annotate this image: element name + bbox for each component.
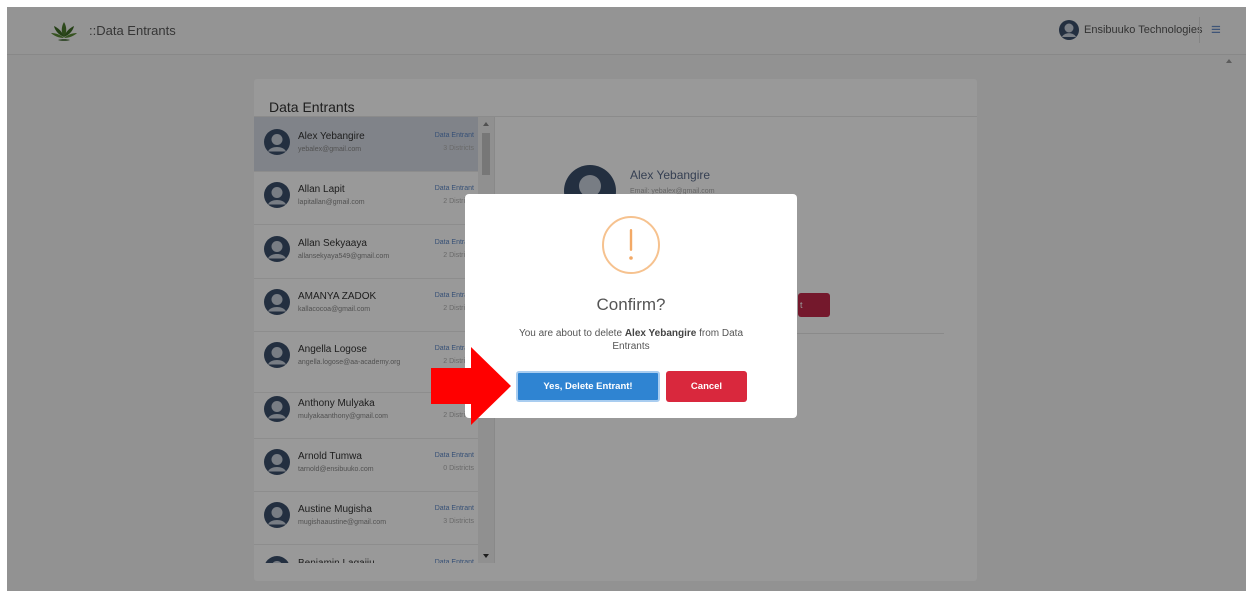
red-arrow-pointer-icon xyxy=(431,347,511,425)
confirm-dialog: Confirm? You are about to delete Alex Ye… xyxy=(465,194,797,418)
confirm-delete-button[interactable]: Yes, Delete Entrant! xyxy=(516,371,660,402)
dialog-message-prefix: You are about to delete xyxy=(518,328,625,339)
warning-exclamation-icon xyxy=(602,216,660,274)
dialog-message: You are about to delete Alex Yebangire f… xyxy=(501,327,761,353)
dialog-message-name: Alex Yebangire xyxy=(624,328,697,339)
cancel-button[interactable]: Cancel xyxy=(666,371,747,402)
dialog-title: Confirm? xyxy=(596,295,666,314)
